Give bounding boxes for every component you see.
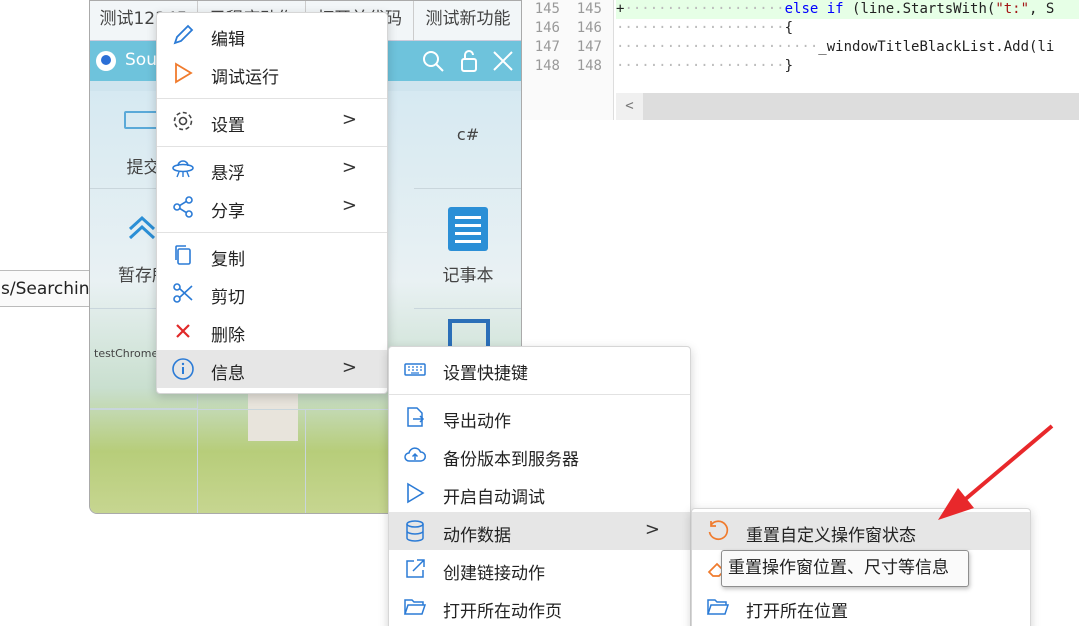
- code-text: , S: [1029, 1, 1055, 17]
- cell-label: c#: [456, 125, 480, 144]
- code-string: "t:": [995, 1, 1030, 17]
- code-editor[interactable]: 145 145 146 146 147 147 148 148 +·······…: [520, 0, 1079, 120]
- chevron-right-icon: >: [341, 195, 357, 216]
- menu-item-label: 动作数据: [443, 526, 511, 546]
- annotation-arrow: [938, 424, 1054, 520]
- tab-new-feature[interactable]: 测试新功能: [414, 1, 521, 41]
- menu-item-label: 剪切: [211, 288, 245, 308]
- new-line-number: 145: [576, 1, 602, 17]
- menu-item-label: 设置快捷键: [443, 364, 528, 384]
- menu-item-label: 复制: [211, 250, 245, 270]
- menu-item-create-link[interactable]: 创建链接动作: [389, 550, 690, 588]
- play-icon: [171, 61, 195, 85]
- menu-item-delete[interactable]: 删除: [157, 312, 387, 350]
- action-cell-csharp[interactable]: c#: [414, 81, 521, 189]
- new-line-number: 147: [576, 39, 602, 55]
- path-input[interactable]: s/Searching: [0, 270, 90, 307]
- reset-icon: [706, 519, 730, 543]
- menu-item-label: 编辑: [211, 30, 245, 50]
- chevron-up-icon: [126, 211, 158, 250]
- menu-item-set-hotkey[interactable]: 设置快捷键: [389, 350, 690, 388]
- ufo-icon: [171, 157, 195, 181]
- chevron-right-icon: >: [644, 519, 660, 540]
- copy-icon: [171, 243, 195, 267]
- menu-item-auto-debug[interactable]: 开启自动调试: [389, 474, 690, 512]
- menu-item-label: 设置: [211, 116, 245, 136]
- database-icon: [403, 519, 427, 543]
- menu-item-label: 备份版本到服务器: [443, 450, 579, 470]
- menu-item-copy[interactable]: 复制: [157, 236, 387, 274]
- menu-item-label: 导出动作: [443, 412, 511, 432]
- gear-icon: [171, 109, 195, 133]
- old-line-number: 146: [534, 20, 560, 36]
- code-line-added: +···················else if (line.Starts…: [616, 0, 1079, 19]
- menu-item-label: 删除: [211, 326, 245, 346]
- code-text: }: [784, 58, 794, 74]
- menu-item-label: 创建链接动作: [443, 564, 545, 584]
- pencil-icon: [171, 23, 195, 47]
- old-line-number: 145: [534, 1, 560, 17]
- lock-icon[interactable]: [456, 49, 482, 75]
- cell-label: 记事本: [442, 266, 494, 286]
- share-icon: [171, 195, 195, 219]
- location-icon: [96, 51, 116, 71]
- horizontal-scrollbar[interactable]: <: [616, 93, 1079, 120]
- menu-item-action-data[interactable]: 动作数据 >: [389, 512, 690, 550]
- menu-item-label: 开启自动调试: [443, 488, 545, 508]
- code-line: ························_windowTitleBlac…: [616, 39, 1055, 55]
- notepad-icon: [448, 207, 488, 251]
- menu-item-label: 信息: [211, 364, 245, 384]
- menu-item-float[interactable]: 悬浮 >: [157, 150, 387, 188]
- menu-item-settings[interactable]: 设置 >: [157, 102, 387, 140]
- menu-item-open-location[interactable]: 打开所在位置: [692, 588, 1030, 626]
- menu-item-label: 打开所在位置: [746, 602, 848, 622]
- old-line-number: 147: [534, 39, 560, 55]
- menu-item-label: 重置自定义操作窗状态: [746, 526, 916, 546]
- code-keyword: else if: [784, 1, 844, 17]
- scroll-left-button[interactable]: <: [616, 93, 643, 120]
- menu-item-export-action[interactable]: 导出动作: [389, 398, 690, 436]
- menu-item-edit[interactable]: 编辑: [157, 16, 387, 54]
- code-line: ····················}: [616, 58, 794, 74]
- menu-item-label: 悬浮: [211, 164, 245, 184]
- new-line-number: 148: [576, 58, 602, 74]
- keyboard-icon: [124, 111, 158, 129]
- delete-x-icon: [171, 319, 195, 343]
- new-line-number: 146: [576, 20, 602, 36]
- external-link-icon: [403, 557, 427, 581]
- code-text: {: [784, 20, 794, 36]
- tools-icon[interactable]: [490, 49, 516, 75]
- code-text: _windowTitleBlackList.Add(li: [818, 39, 1055, 55]
- folder-open-icon: [706, 595, 730, 619]
- menu-item-info[interactable]: 信息 >: [157, 350, 387, 388]
- tooltip: 重置操作窗位置、尺寸等信息: [721, 550, 969, 587]
- keyboard-icon: [403, 357, 427, 381]
- info-submenu: 设置快捷键 导出动作 备份版本到服务器 开启自动调试 动作数据 > 创建链接动作…: [388, 346, 691, 626]
- menu-item-label: 分享: [211, 202, 245, 222]
- code-text: (line.StartsWith(: [843, 1, 996, 17]
- folder-open-icon: [403, 595, 427, 619]
- toolbar-title: Sou: [125, 50, 157, 70]
- chevron-right-icon: >: [341, 109, 357, 130]
- menu-item-cut[interactable]: 剪切: [157, 274, 387, 312]
- scissors-icon: [171, 281, 195, 305]
- context-menu: 编辑 调试运行 设置 > 悬浮 > 分享 > 复制 剪切 删除 信息 >: [156, 12, 388, 394]
- search-icon[interactable]: [420, 49, 446, 75]
- chevron-right-icon: >: [341, 357, 357, 378]
- info-icon: [171, 357, 195, 381]
- play-outline-icon: [403, 481, 427, 505]
- menu-item-open-action-page[interactable]: 打开所在动作页: [389, 588, 690, 626]
- menu-item-label: 调试运行: [211, 68, 279, 88]
- menu-item-label: 打开所在动作页: [443, 602, 562, 622]
- export-icon: [403, 405, 427, 429]
- menu-item-share[interactable]: 分享 >: [157, 188, 387, 226]
- cloud-upload-icon: [403, 443, 427, 467]
- menu-item-debug-run[interactable]: 调试运行: [157, 54, 387, 92]
- chevron-right-icon: >: [341, 157, 357, 178]
- code-line: ····················{: [616, 20, 794, 36]
- old-line-number: 148: [534, 58, 560, 74]
- action-cell-notepad[interactable]: 记事本: [414, 189, 521, 309]
- menu-item-backup-server[interactable]: 备份版本到服务器: [389, 436, 690, 474]
- screen: 145 145 146 146 147 147 148 148 +·······…: [0, 0, 1079, 626]
